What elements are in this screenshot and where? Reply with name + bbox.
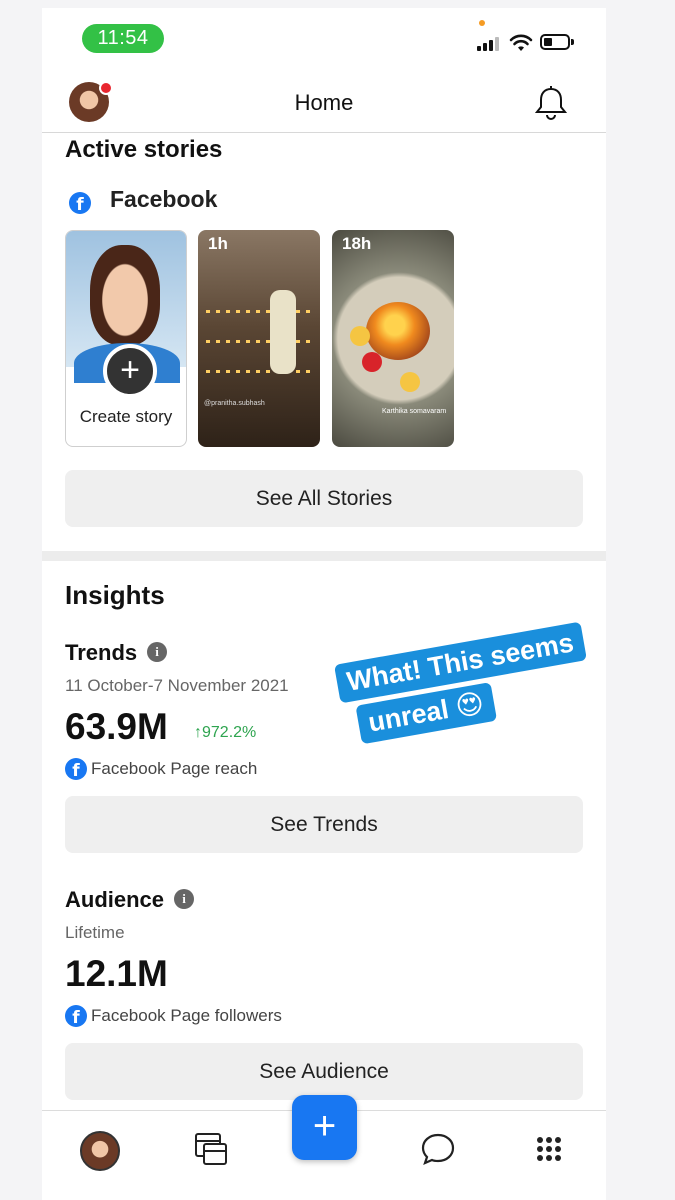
facebook-icon: f [65,758,87,780]
privacy-indicator-dot [479,20,485,26]
facebook-icon: f [65,1005,87,1027]
plus-icon[interactable]: + [103,344,157,398]
battery-icon [540,34,574,50]
create-story-card[interactable]: + Create story [65,230,187,447]
trends-heading: Trends [65,640,138,665]
audience-period: Lifetime [65,923,125,942]
wifi-icon [509,34,533,51]
story-caption: @pranitha.subhash [204,400,265,407]
story-age: 18h [342,234,372,253]
story-platform-label: Facebook [110,186,218,212]
diya-lamp [366,302,430,360]
app-screen: 11:54 Home Active stories f Facebook + C… [42,8,606,1200]
section-divider [42,551,606,561]
audience-heading: Audience [65,887,165,912]
info-icon[interactable]: i [174,889,194,909]
audience-metric-label: Facebook Page followers [91,1006,282,1025]
nav-profile-avatar[interactable] [80,1131,120,1171]
audience-value: 12.1M [65,953,168,994]
trends-value: 63.9M [65,706,168,747]
create-story-label: Create story [79,407,173,426]
story-text-sticker: What! This seems unreal 😍 [334,617,606,760]
trends-change: ↑972.2% [194,724,257,741]
story-card[interactable]: 1h @pranitha.subhash [198,230,320,447]
active-stories-heading: Active stories [65,136,223,163]
trends-date-range: 11 October-7 November 2021 [65,676,289,695]
top-header: Home [42,76,606,133]
insights-heading: Insights [65,580,165,610]
status-time: 11:54 [82,24,164,53]
create-post-button[interactable]: + [292,1095,357,1160]
cellular-signal-icon [477,35,503,51]
story-age: 1h [208,234,228,253]
bell-icon[interactable] [534,85,568,121]
story-card[interactable]: 18h Karthika somavaram [332,230,454,447]
story-caption: Karthika somavaram [382,408,447,415]
pages-icon[interactable] [194,1132,228,1166]
trends-metric-label: Facebook Page reach [91,759,258,778]
facebook-icon: f [69,192,91,214]
see-audience-button[interactable]: See Audience [65,1043,583,1100]
messages-icon[interactable] [420,1132,456,1166]
info-icon[interactable]: i [147,642,167,662]
menu-grid-icon[interactable] [536,1136,562,1162]
see-all-stories-button[interactable]: See All Stories [65,470,583,527]
see-trends-button[interactable]: See Trends [65,796,583,853]
page-title: Home [294,90,354,115]
